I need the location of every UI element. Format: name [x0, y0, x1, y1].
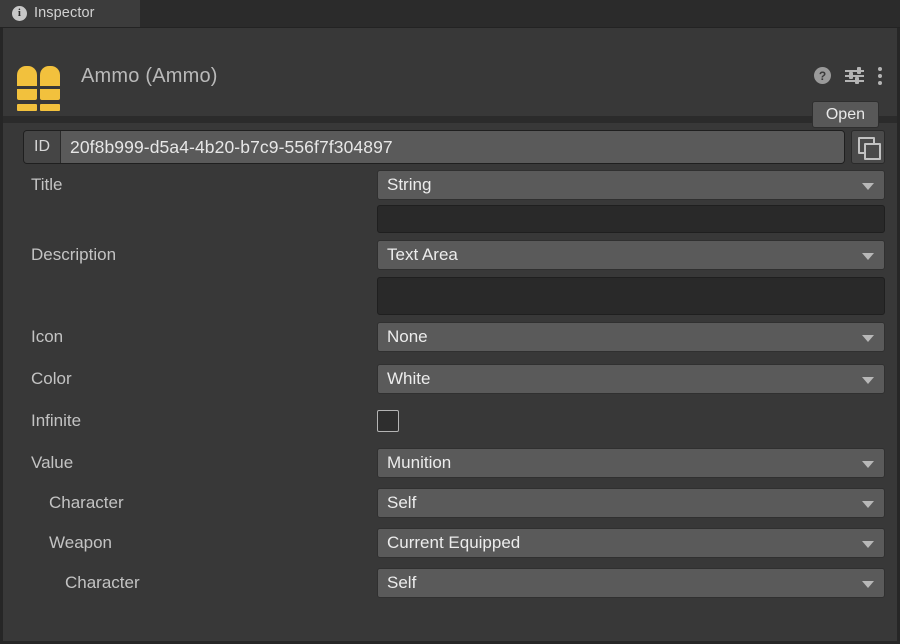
- tab-strip: i Inspector: [0, 0, 900, 28]
- help-icon[interactable]: ?: [814, 67, 831, 84]
- chevron-down-icon: [862, 501, 874, 508]
- id-field[interactable]: ID 20f8b999-d5a4-4b20-b7c9-556f7f304897: [23, 130, 845, 164]
- label-icon: Icon: [31, 327, 64, 346]
- field-row-description: Description Text Area: [3, 233, 897, 277]
- ammo-bullets-icon: [13, 61, 65, 113]
- info-icon: i: [12, 6, 27, 21]
- value-weapon-dropdown[interactable]: Current Equipped: [377, 528, 885, 558]
- description-type-dropdown[interactable]: Text Area: [377, 240, 885, 270]
- header-toolbar: ?: [814, 66, 883, 85]
- field-row-infinite: Infinite: [3, 399, 897, 443]
- id-row: ID 20f8b999-d5a4-4b20-b7c9-556f7f304897: [23, 129, 885, 165]
- tab-inspector[interactable]: i Inspector: [0, 0, 140, 27]
- label-title: Title: [31, 175, 63, 194]
- label-value: Value: [31, 453, 74, 472]
- label-description: Description: [31, 245, 117, 264]
- weapon-character-dropdown[interactable]: Self: [377, 568, 885, 598]
- copy-icon[interactable]: [851, 130, 885, 164]
- open-button[interactable]: Open: [811, 101, 879, 128]
- chevron-down-icon: [862, 335, 874, 342]
- description-text-area[interactable]: [377, 277, 885, 315]
- field-row-title: Title String: [3, 165, 897, 205]
- field-row-value-weapon: Weapon Current Equipped: [3, 523, 897, 563]
- color-value: White: [387, 369, 431, 388]
- title-type-dropdown[interactable]: String: [377, 170, 885, 200]
- label-value-character: Character: [49, 493, 124, 512]
- chevron-down-icon: [862, 377, 874, 384]
- value-dropdown[interactable]: Munition: [377, 448, 885, 478]
- icon-value: None: [387, 327, 428, 346]
- id-label: ID: [24, 131, 61, 163]
- field-row-weapon-character: Character Self: [3, 563, 897, 603]
- chevron-down-icon: [862, 461, 874, 468]
- inspector-body: ID 20f8b999-d5a4-4b20-b7c9-556f7f304897 …: [0, 123, 900, 644]
- header-divider: [0, 116, 900, 123]
- color-dropdown[interactable]: White: [377, 364, 885, 394]
- label-value-weapon: Weapon: [49, 533, 113, 552]
- field-row-value-character: Character Self: [3, 483, 897, 523]
- title-type-value: String: [387, 175, 432, 194]
- label-color: Color: [31, 369, 72, 388]
- weapon-character-value: Self: [387, 573, 417, 592]
- chevron-down-icon: [862, 581, 874, 588]
- infinite-checkbox[interactable]: [377, 410, 399, 432]
- page-title: Ammo (Ammo): [81, 65, 218, 87]
- chevron-down-icon: [862, 183, 874, 190]
- inspector-window: i Inspector Ammo (Ammo) ? Open ID 20f8b9…: [0, 0, 900, 644]
- field-row-title-text: [3, 205, 897, 233]
- chevron-down-icon: [862, 541, 874, 548]
- value-weapon-value: Current Equipped: [387, 533, 521, 552]
- label-weapon-character: Character: [65, 573, 140, 592]
- value-character-value: Self: [387, 493, 417, 512]
- kebab-menu-icon[interactable]: [878, 66, 883, 85]
- field-row-value: Value Munition: [3, 443, 897, 483]
- field-row-icon: Icon None: [3, 315, 897, 359]
- field-row-description-text: [3, 277, 897, 315]
- value-character-dropdown[interactable]: Self: [377, 488, 885, 518]
- title-text-input[interactable]: [377, 205, 885, 233]
- description-type-value: Text Area: [387, 245, 458, 264]
- chevron-down-icon: [862, 253, 874, 260]
- id-input[interactable]: 20f8b999-d5a4-4b20-b7c9-556f7f304897: [61, 131, 844, 163]
- value-value: Munition: [387, 453, 452, 472]
- object-header: Ammo (Ammo) ? Open: [0, 28, 900, 128]
- icon-dropdown[interactable]: None: [377, 322, 885, 352]
- field-row-color: Color White: [3, 359, 897, 399]
- settings-sliders-icon[interactable]: [845, 67, 864, 84]
- tab-inspector-label: Inspector: [34, 5, 95, 22]
- label-infinite: Infinite: [31, 411, 82, 430]
